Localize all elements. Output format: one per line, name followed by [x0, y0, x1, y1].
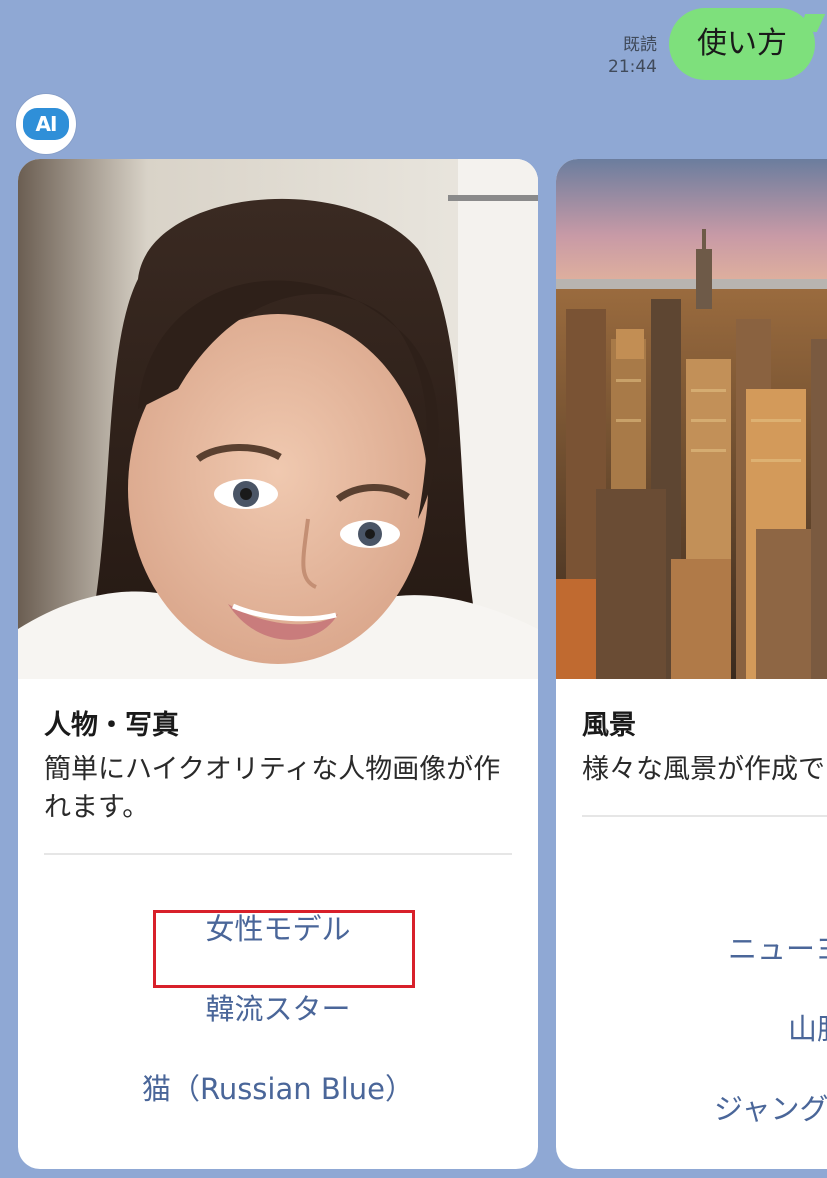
outgoing-message-row: 既読 21:44 使い方 — [608, 8, 815, 80]
message-time: 21:44 — [608, 57, 657, 77]
highlight-box — [153, 910, 415, 988]
card-description: 様々な風景が作成で — [582, 754, 825, 785]
card-divider — [582, 815, 827, 817]
action-korean-star[interactable]: 韓流スター — [18, 989, 538, 1029]
card-title: 風景 — [582, 710, 636, 741]
message-meta: 既読 21:44 — [608, 34, 657, 78]
carousel-card-scenery: 風景 様々な風景が作成で ニューヨ 山脈 ジャング — [556, 159, 827, 1169]
action-new-york[interactable]: ニューヨ — [556, 929, 827, 969]
action-jungle[interactable]: ジャング — [556, 1089, 827, 1129]
card-description: 簡単にハイクオリティな人物画像が作れます。 — [44, 754, 501, 823]
card-title: 人物・写真 — [44, 710, 179, 741]
card-actions: ニューヨ 山脈 ジャング — [556, 929, 827, 1169]
carousel-card-people: 人物・写真 簡単にハイクオリティな人物画像が作れます。 女性モデル 韓流スター … — [18, 159, 538, 1169]
chat-screen: 既読 21:44 使い方 AI 人物・写真 簡単にハイクオリティな人物画像が作れ… — [0, 0, 827, 1178]
action-cat-russian-blue[interactable]: 猫（Russian Blue） — [18, 1069, 538, 1109]
ai-logo-icon: AI — [23, 108, 69, 140]
card-divider — [44, 853, 512, 855]
card-image-portrait[interactable] — [18, 159, 538, 679]
outgoing-message-bubble[interactable]: 使い方 — [669, 8, 815, 80]
card-image-cityscape[interactable] — [556, 159, 827, 679]
action-mountains[interactable]: 山脈 — [556, 1009, 827, 1049]
cityscape-illustration — [556, 159, 827, 679]
portrait-illustration — [18, 159, 538, 679]
bot-avatar[interactable]: AI — [16, 94, 76, 154]
read-status: 既読 — [623, 35, 657, 55]
